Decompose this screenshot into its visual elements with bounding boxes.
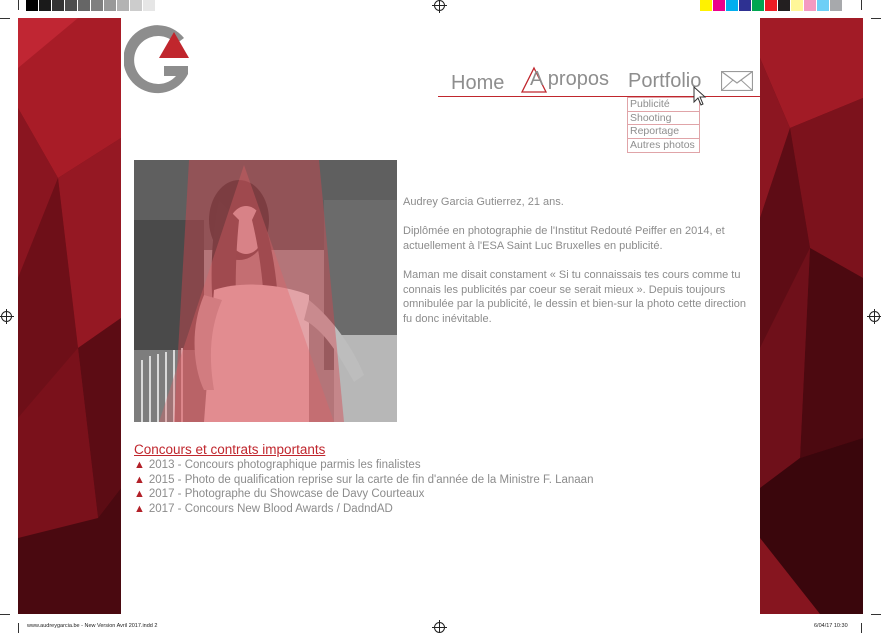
color-swatch <box>700 0 713 11</box>
color-swatch <box>104 0 117 11</box>
nav-portfolio[interactable]: Portfolio <box>628 70 701 93</box>
color-swatch <box>830 0 843 11</box>
color-swatch <box>143 0 156 11</box>
color-swatch <box>817 0 830 11</box>
color-swatch-bar <box>700 0 843 11</box>
triangle-bullet-icon: ▲ <box>134 473 145 486</box>
color-swatch <box>26 0 39 11</box>
print-slug-right: 6/04/17 10:30 <box>814 623 848 629</box>
color-swatch <box>791 0 804 11</box>
main-navigation: Home A propos Portfolio <box>438 62 760 98</box>
crop-mark <box>18 623 19 633</box>
mouse-cursor-icon <box>693 86 707 106</box>
color-swatch <box>39 0 52 11</box>
crop-mark <box>871 18 881 19</box>
color-swatch <box>713 0 726 11</box>
gray-swatch-bar <box>26 0 169 11</box>
bio-line-education: Diplômée en photographie de l'Institut R… <box>403 225 725 252</box>
registration-mark-icon <box>0 309 14 324</box>
submenu-item-reportage[interactable]: Reportage <box>628 125 699 139</box>
color-swatch <box>739 0 752 11</box>
color-swatch <box>78 0 91 11</box>
color-swatch <box>726 0 739 11</box>
color-swatch <box>804 0 817 11</box>
color-swatch <box>778 0 791 11</box>
crop-mark <box>861 0 862 10</box>
nav-home[interactable]: Home <box>451 72 504 95</box>
color-swatch <box>91 0 104 11</box>
color-swatch <box>765 0 778 11</box>
list-item: ▲ 2013 - Concours photographique parmis l… <box>134 459 421 471</box>
bio-line-name-age: Audrey Garcia Gutierrez, 21 ans. <box>403 196 564 208</box>
crop-mark <box>18 0 19 10</box>
crop-mark <box>0 614 10 615</box>
color-swatch <box>52 0 65 11</box>
contests-heading[interactable]: Concours et contrats importants <box>134 442 694 457</box>
portrait-photo <box>134 160 397 422</box>
crop-mark <box>0 18 10 19</box>
nav-apropos[interactable]: A propos <box>530 68 609 91</box>
color-swatch <box>752 0 765 11</box>
list-item: ▲ 2015 - Photo de qualification reprise s… <box>134 473 594 486</box>
registration-mark-icon <box>432 0 447 13</box>
nav-underline <box>438 96 760 97</box>
bio-text: Audrey Garcia Gutierrez, 21 ans. Diplômé… <box>403 195 753 341</box>
crop-mark <box>871 614 881 615</box>
submenu-item-shooting[interactable]: Shooting <box>628 112 699 125</box>
portfolio-submenu: Publicité Shooting Reportage Autres phot… <box>627 97 700 153</box>
bio-line-story: Maman me disait constament « Si tu conna… <box>403 268 747 325</box>
registration-mark-icon <box>432 620 447 633</box>
contests-section: Concours et contrats importants ▲ 2013 - … <box>134 442 694 516</box>
submenu-item-publicite[interactable]: Publicité <box>628 98 699 112</box>
triangle-bullet-icon: ▲ <box>134 502 145 515</box>
list-item: ▲ 2017 - Photographe du Showcase de Davy … <box>134 488 425 501</box>
print-slug-left: www.audreygarcia.be - New Version Avril … <box>27 623 158 629</box>
registration-mark-icon <box>867 309 881 324</box>
triangle-bullet-icon: ▲ <box>134 459 145 471</box>
color-swatch <box>130 0 143 11</box>
triangle-bullet-icon: ▲ <box>134 488 145 501</box>
right-decorative-panel <box>760 18 863 614</box>
submenu-item-autres-photos[interactable]: Autres photos <box>628 139 699 153</box>
crop-mark <box>861 623 862 633</box>
color-swatch <box>117 0 130 11</box>
left-decorative-panel <box>18 18 121 614</box>
color-swatch <box>156 0 169 11</box>
list-item: ▲ 2017 - Concours New Blood Awards / Dadn… <box>134 502 393 515</box>
envelope-icon[interactable] <box>721 71 753 91</box>
color-swatch <box>65 0 78 11</box>
site-logo[interactable] <box>123 22 192 100</box>
